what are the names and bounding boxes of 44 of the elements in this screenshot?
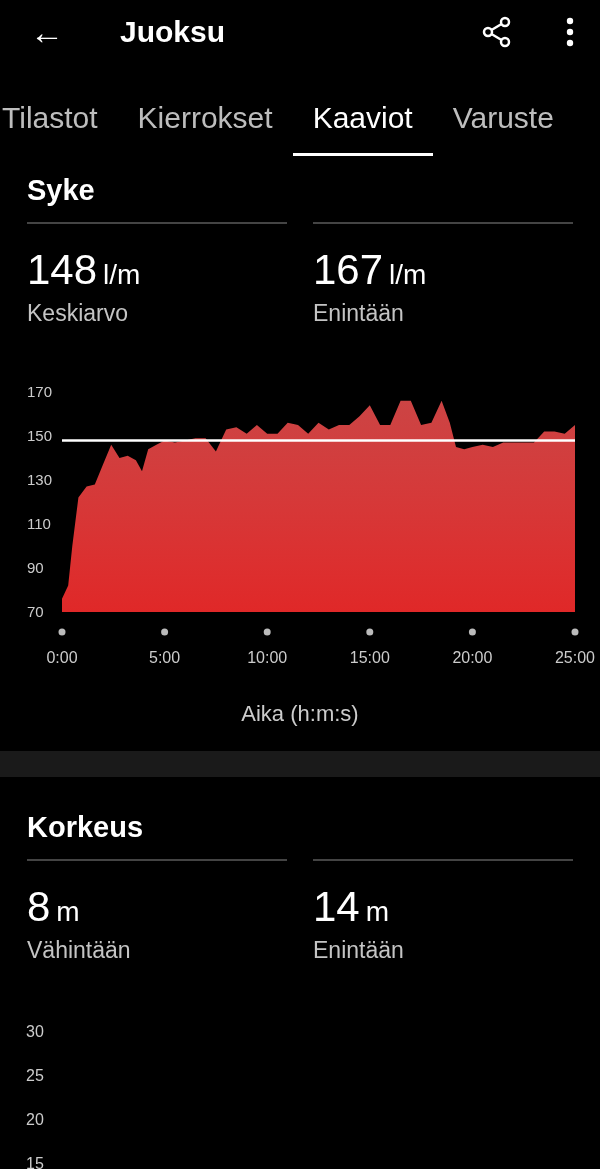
- tab[interactable]: Kaaviot: [292, 103, 433, 156]
- more-icon[interactable]: [566, 17, 574, 47]
- back-button[interactable]: ←: [30, 15, 120, 49]
- axis-label: 30: [26, 1022, 45, 1042]
- axis-label: 0:00: [46, 649, 78, 666]
- stat-value: 148: [27, 246, 98, 294]
- axis-label: 10:00: [247, 649, 288, 666]
- tab[interactable]: Varuste: [432, 103, 574, 156]
- stat-label: Vähintään: [27, 937, 132, 964]
- axis-label: 5:00: [149, 649, 181, 666]
- axis-label: 110: [27, 515, 51, 532]
- screen-title: Juoksu: [120, 15, 226, 49]
- tick-dot: [468, 628, 476, 636]
- stat-unit: l/m: [103, 259, 141, 291]
- axis-label: 15: [26, 1154, 45, 1169]
- axis-label: 20:00: [452, 649, 493, 666]
- axis-label: 25:00: [555, 649, 595, 666]
- axis-label: 15:00: [349, 649, 390, 666]
- tab[interactable]: Kierrokset: [117, 103, 293, 156]
- axis-label: 90: [27, 559, 44, 576]
- axis-title: Aika (h:m:s): [240, 701, 360, 727]
- stat-label: Enintään: [313, 300, 405, 327]
- tick-dot: [263, 628, 271, 636]
- stat-unit: m: [365, 896, 390, 928]
- tab[interactable]: Tilastot: [0, 103, 118, 156]
- section-title: Korkeus: [26, 811, 145, 845]
- stat-value: 167: [313, 246, 384, 294]
- stat-value: 8: [27, 883, 51, 931]
- section-title: Syke: [26, 174, 96, 208]
- stat-value: 14: [313, 883, 360, 931]
- axis-label: 20: [26, 1110, 45, 1130]
- stat-label: Enintään: [313, 937, 405, 964]
- axis-label: 130: [27, 471, 53, 488]
- axis-label: 170: [27, 383, 53, 400]
- axis-label: 150: [27, 427, 53, 444]
- tick-dot: [58, 628, 66, 636]
- axis-label: 70: [27, 603, 44, 620]
- stat-label: Keskiarvo: [27, 300, 129, 327]
- tick-dot: [571, 628, 579, 636]
- tick-dot: [161, 628, 169, 636]
- tick-dot: [366, 628, 374, 636]
- stat-unit: l/m: [389, 259, 427, 291]
- stat-unit: m: [56, 896, 80, 928]
- axis-label: 25: [26, 1066, 45, 1086]
